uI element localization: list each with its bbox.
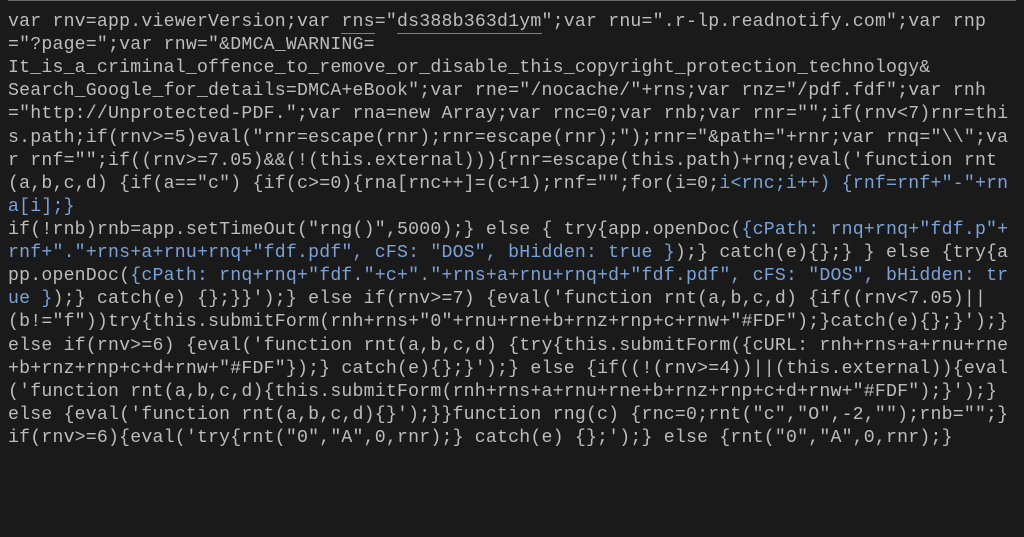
code-text: );} catch(e) {};}}');} else if(rnv>=7) {… <box>8 289 1019 448</box>
code-text: var rnv=app.viewerVersion;var <box>8 12 341 32</box>
code-text: =" <box>375 12 397 32</box>
underlined-var-value: ds388b363d1ym <box>397 12 542 34</box>
code-text: if(!rnb)rnb=app.setTimeOut("rng()",5000)… <box>8 220 742 240</box>
underlined-var-name: rns <box>341 12 374 34</box>
top-divider <box>8 0 1016 1</box>
code-text: It_is_a_criminal_offence_to_remove_or_di… <box>8 58 931 78</box>
code-block: var rnv=app.viewerVersion;var rns="ds388… <box>0 5 1024 458</box>
